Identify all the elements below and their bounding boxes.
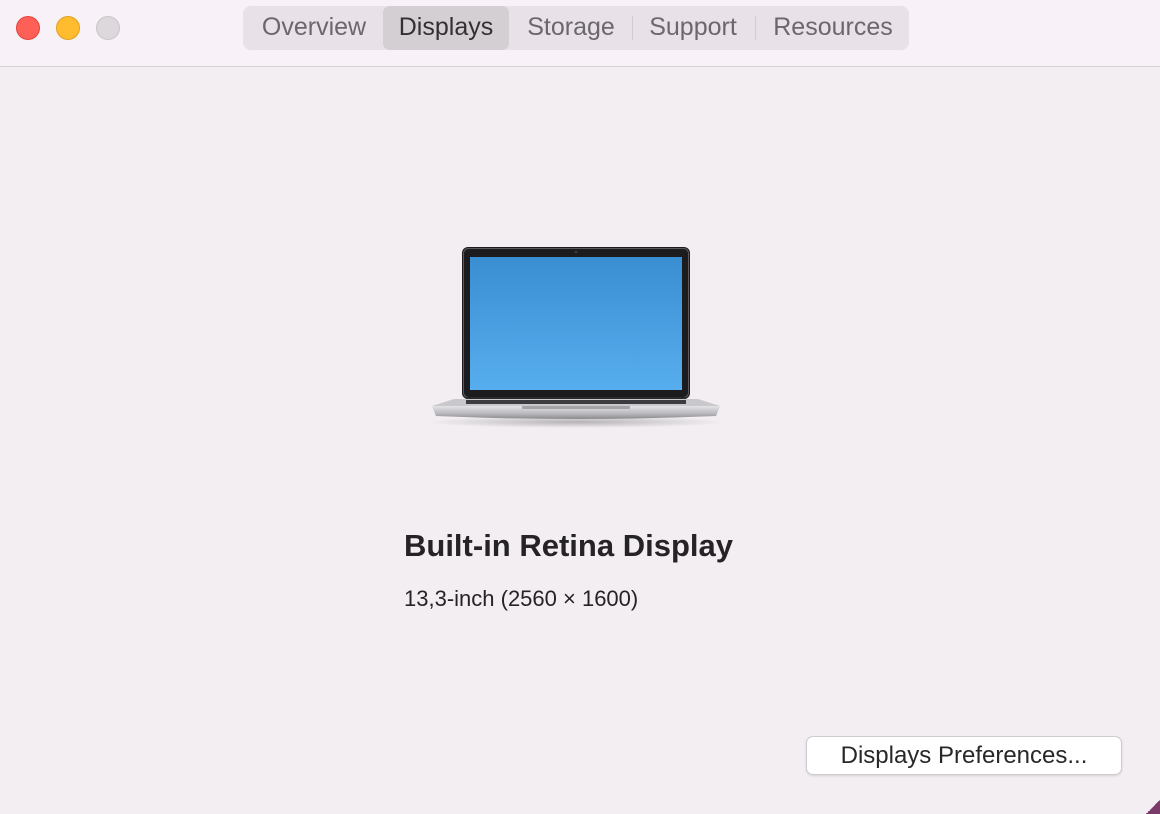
tab-support[interactable]: Support (637, 6, 749, 50)
tab-divider (755, 16, 756, 40)
tab-overview[interactable]: Overview (249, 6, 379, 50)
title-bar: Overview Displays Storage Support Resour… (0, 0, 1160, 67)
zoom-button[interactable] (96, 16, 120, 40)
tab-bar: Overview Displays Storage Support Resour… (243, 6, 909, 50)
tab-displays[interactable]: Displays (383, 6, 509, 50)
resize-handle[interactable] (1146, 800, 1160, 814)
tab-storage[interactable]: Storage (515, 6, 627, 50)
about-this-mac-window: Overview Displays Storage Support Resour… (0, 0, 1160, 814)
minimize-button[interactable] (56, 16, 80, 40)
close-button[interactable] (16, 16, 40, 40)
tab-resources[interactable]: Resources (761, 6, 905, 50)
display-spec: 13,3-inch (2560 × 1600) (404, 586, 639, 611)
tab-divider (632, 16, 633, 40)
laptop-icon (426, 240, 726, 430)
display-name: Built-in Retina Display (404, 528, 733, 563)
displays-preferences-button[interactable]: Displays Preferences... (806, 736, 1122, 775)
